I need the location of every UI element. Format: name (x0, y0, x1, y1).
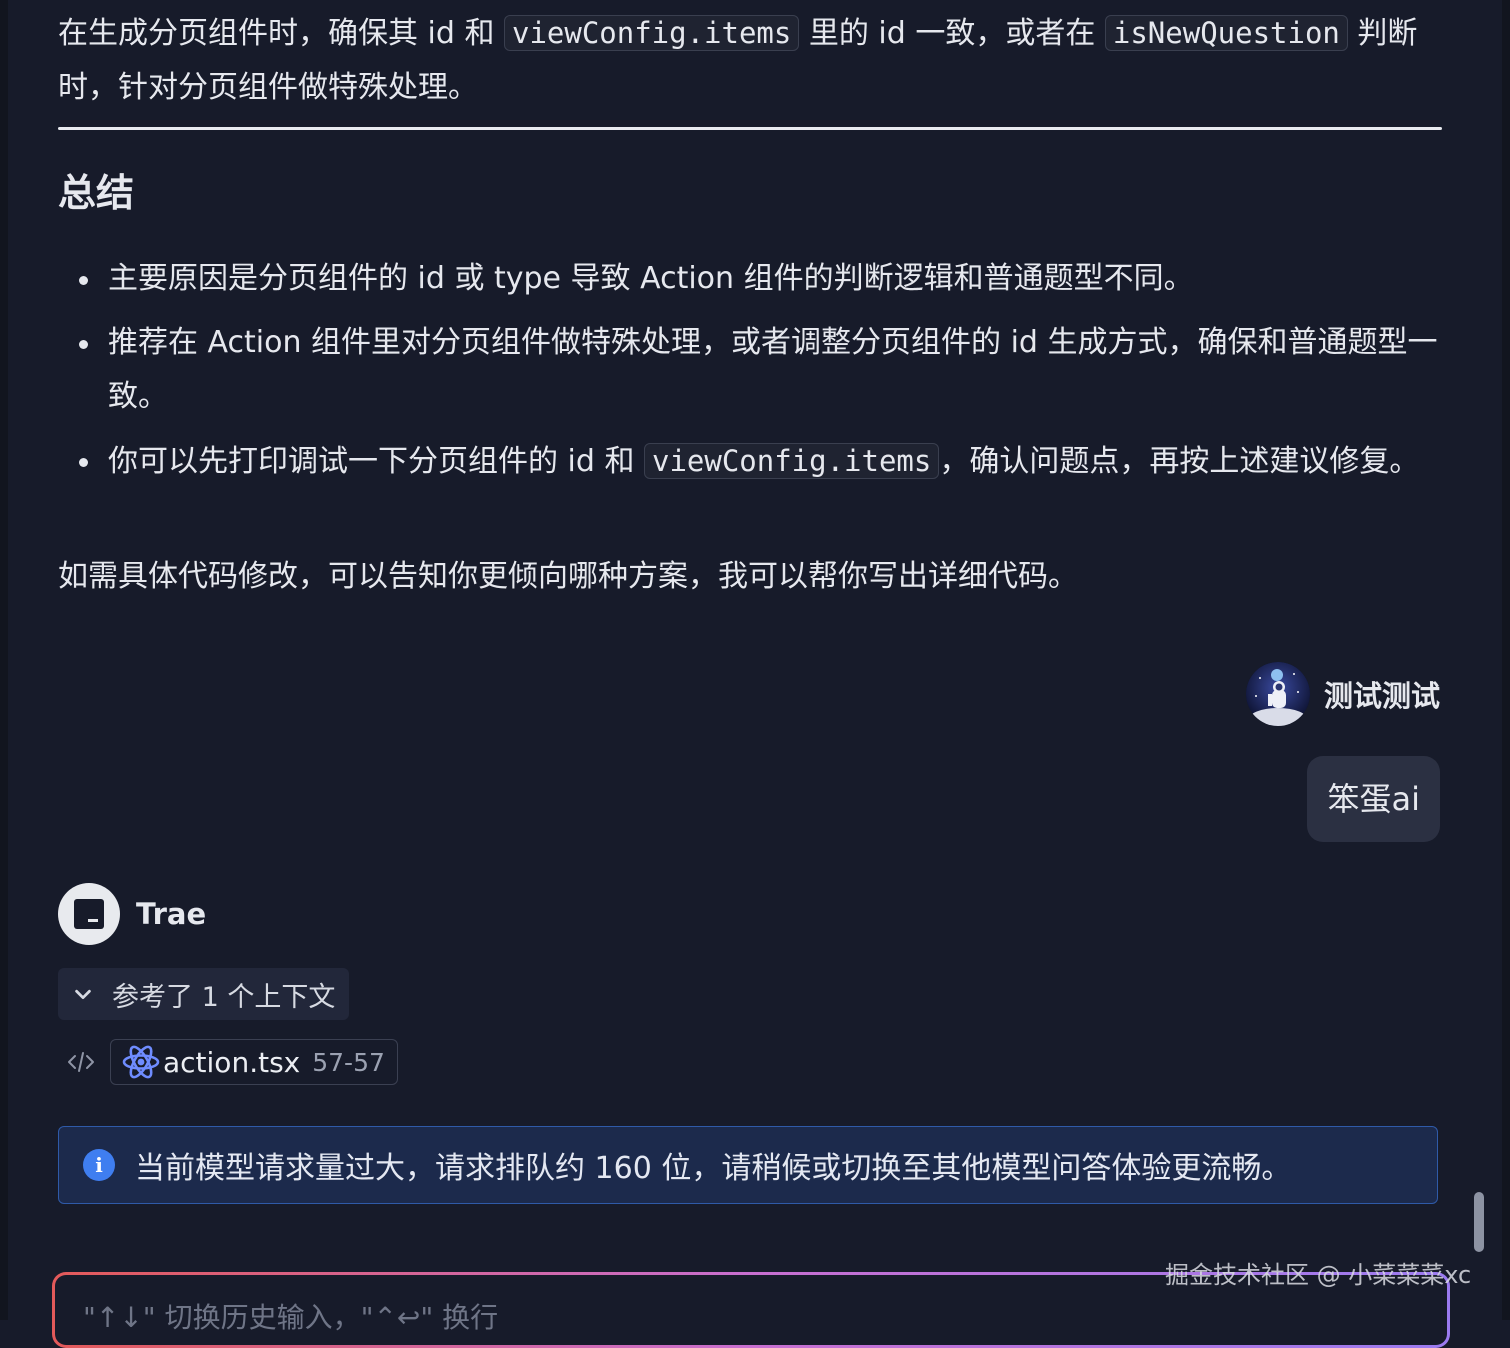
astronaut-avatar-icon (1245, 662, 1310, 726)
file-name: action.tsx (163, 1045, 301, 1079)
bullet-dot (79, 458, 88, 467)
context-file-row: action.tsx 57-57 (58, 1039, 398, 1085)
queue-notice: i 当前模型请求量过大，请求排队约 160 位，请稍候或切换至其他模型问答体验更… (58, 1126, 1438, 1204)
left-edge (0, 0, 8, 1320)
trae-logo-icon (58, 883, 120, 945)
trae-logo-square (74, 899, 104, 929)
assistant-header: Trae (58, 883, 206, 945)
context-toggle-button[interactable]: 参考了 1 个上下文 (58, 968, 350, 1020)
react-icon (122, 1045, 160, 1079)
user-avatar[interactable] (1245, 662, 1310, 726)
paragraph-part-2: 里的 id 一致，或者在 (799, 16, 1105, 51)
summary-bullet: 你可以先打印调试一下分页组件的 id 和 viewConfig.items ，确认… (58, 434, 1442, 489)
scrollbar-thumb[interactable] (1474, 1192, 1484, 1252)
notice-text: 当前模型请求量过大，请求排队约 160 位，请稍候或切换至其他模型问答体验更流畅… (135, 1151, 1292, 1186)
summary-bullet: 主要原因是分页组件的 id 或 type 导致 Action 组件的判断逻辑和普… (58, 252, 1442, 306)
inline-code-view-config: viewConfig.items (644, 443, 940, 479)
assistant-name: Trae (136, 897, 207, 931)
user-name: 测试测试 (1323, 679, 1440, 713)
paragraph-part-1: 在生成分页组件时，确保其 id 和 (58, 16, 504, 51)
file-reference-chip[interactable]: action.tsx 57-57 (110, 1039, 398, 1085)
trae-logo-cursor (88, 919, 98, 922)
summary-list: 主要原因是分页组件的 id 或 type 导致 Action 组件的判断逻辑和普… (58, 252, 1442, 499)
info-icon: i (83, 1149, 115, 1181)
inline-code-is-new-question: isNewQuestion (1104, 15, 1348, 51)
user-header: 测试测试 (1245, 662, 1440, 726)
bullet-dot (79, 340, 88, 349)
closing-text: 如需具体代码修改，可以告知你更倾向哪种方案，我可以帮你写出详细代码。 (58, 559, 1078, 594)
bullet-text: 推荐在 Action 组件里对分页组件做特殊处理，或者调整分页组件的 id 生成… (108, 325, 1438, 414)
assistant-paragraph: 在生成分页组件时，确保其 id 和 viewConfig.items 里的 id… (58, 6, 1442, 115)
watermark: 掘金技术社区 @ 小菜菜菜xc (1165, 1261, 1472, 1289)
horizontal-rule (58, 127, 1442, 130)
context-toggle-label: 参考了 1 个上下文 (112, 981, 336, 1013)
inline-code-view-config: viewConfig.items (504, 15, 800, 51)
code-icon (58, 1039, 104, 1085)
chevron-down-icon (75, 989, 91, 1000)
bullet-text-part-2: ，确认问题点，再按上述建议修复。 (939, 444, 1420, 479)
bullet-text-part-1: 你可以先打印调试一下分页组件的 id 和 (108, 444, 644, 479)
summary-heading: 总结 (58, 171, 135, 215)
bullet-dot (79, 276, 88, 285)
user-message-bubble: 笨蛋ai (1307, 756, 1440, 842)
bullet-text: 主要原因是分页组件的 id 或 type 导致 Action 组件的判断逻辑和普… (108, 261, 1194, 296)
file-line-range: 57-57 (312, 1047, 385, 1077)
right-edge (1502, 0, 1510, 1320)
paragraph-text: 在生成分页组件时，确保其 id 和 viewConfig.items 里的 id… (58, 6, 1442, 115)
summary-bullet: 推荐在 Action 组件里对分页组件做特殊处理，或者调整分页组件的 id 生成… (58, 316, 1442, 424)
